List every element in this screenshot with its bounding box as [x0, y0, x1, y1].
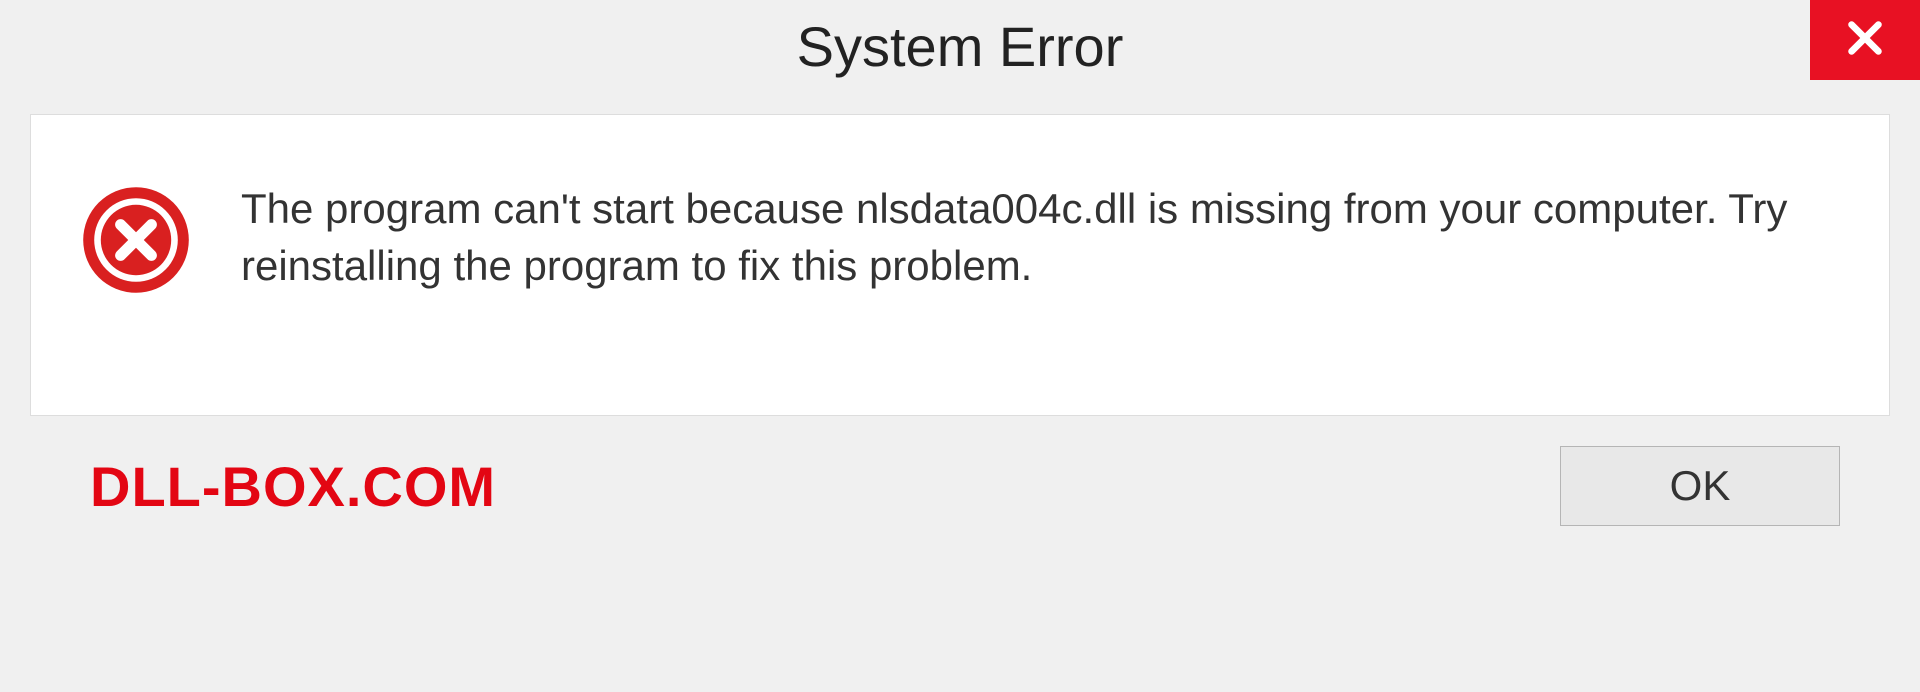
close-icon — [1842, 15, 1888, 66]
dialog-content: The program can't start because nlsdata0… — [30, 114, 1890, 416]
dialog-footer: DLL-BOX.COM OK — [30, 416, 1890, 556]
error-dialog: System Error The program can't start bec… — [0, 0, 1920, 692]
watermark-text: DLL-BOX.COM — [90, 454, 496, 519]
error-message: The program can't start because nlsdata0… — [241, 177, 1839, 294]
close-button[interactable] — [1810, 0, 1920, 80]
ok-button[interactable]: OK — [1560, 446, 1840, 526]
dialog-title: System Error — [797, 14, 1124, 79]
error-icon — [81, 185, 191, 295]
titlebar: System Error — [0, 0, 1920, 100]
